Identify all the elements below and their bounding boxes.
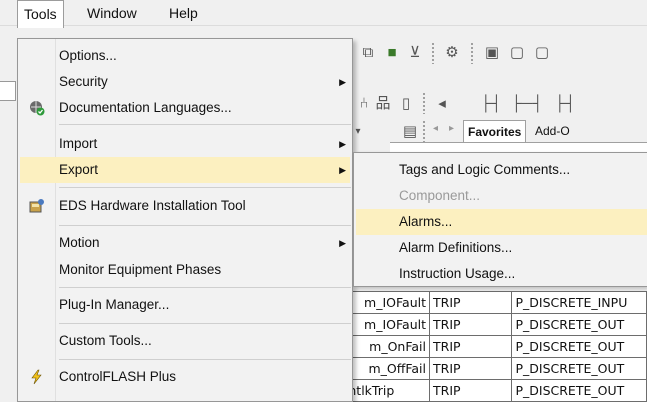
menu-item-label: Monitor Equipment Phases bbox=[59, 262, 222, 277]
submenu-arrow-icon: ▶ bbox=[339, 139, 346, 149]
menu-bar: Tools Window Help bbox=[0, 0, 647, 28]
toolbar-module-icon[interactable]: ▣ bbox=[484, 45, 500, 61]
menu-item-plug-in-manager[interactable]: Plug-In Manager... bbox=[20, 292, 350, 318]
menu-item-label: Security bbox=[59, 74, 108, 89]
toolbar-contact3-icon[interactable]: ├┤ bbox=[553, 96, 577, 112]
menu-item-label: Import bbox=[59, 136, 98, 151]
submenu-item-tags-and-logic-comments[interactable]: Tags and Logic Comments... bbox=[356, 157, 647, 183]
toolbar-gear-icon[interactable]: ⚙ bbox=[444, 45, 460, 61]
submenu-arrow-icon: ▶ bbox=[339, 238, 346, 248]
menu-item-label: Custom Tools... bbox=[59, 333, 152, 348]
tools-menu: Options... Security ▶ Documentation Lang… bbox=[17, 38, 353, 402]
menu-item-label: Options... bbox=[59, 48, 117, 63]
menu-item-eds-hardware-installation-tool[interactable]: EDS Hardware Installation Tool bbox=[20, 193, 350, 219]
toolbar-contact-icon[interactable]: ├┤ bbox=[480, 96, 502, 112]
toolbar-rung-icon[interactable]: ▯ bbox=[398, 96, 414, 112]
table-cell[interactable]: P_DISCRETE_OUT bbox=[511, 379, 647, 402]
toolbar-branch-icon[interactable]: ⑃ bbox=[356, 96, 372, 112]
menu-item-monitor-equipment-phases[interactable]: Monitor Equipment Phases bbox=[20, 257, 350, 283]
table-cell[interactable]: P_DISCRETE_OUT bbox=[511, 335, 647, 358]
table-cell[interactable]: P_DISCRETE_OUT bbox=[511, 357, 647, 380]
toolbar-module2-icon[interactable]: ▢ bbox=[509, 45, 525, 61]
toolbar-contact2-icon[interactable]: ├─┤ bbox=[511, 96, 543, 112]
submenu-arrow-icon: ▶ bbox=[339, 77, 346, 87]
submenu-item-label: Instruction Usage... bbox=[399, 266, 516, 281]
menu-item-custom-tools[interactable]: Custom Tools... bbox=[20, 328, 350, 354]
submenu-item-label: Alarms... bbox=[399, 214, 453, 229]
table-cell[interactable]: P_DISCRETE_INPU bbox=[511, 291, 647, 314]
menu-item-export[interactable]: Export ▶ bbox=[20, 157, 350, 183]
menu-item-label: ControlFLASH Plus bbox=[59, 369, 177, 384]
menu-item-label: Plug-In Manager... bbox=[59, 297, 170, 312]
toolbar-grip[interactable] bbox=[431, 42, 435, 64]
toolbar-left-arrow-icon[interactable]: ◂ bbox=[434, 96, 450, 112]
submenu-item-alarms[interactable]: Alarms... bbox=[356, 209, 647, 235]
menu-item-import[interactable]: Import ▶ bbox=[20, 131, 350, 157]
instruction-tab-strip: ◂ ▸ Favorites Add-O bbox=[425, 120, 647, 142]
tab-favorites[interactable]: Favorites bbox=[463, 120, 527, 142]
tab-addon[interactable]: Add-O bbox=[531, 120, 574, 142]
table-cell[interactable]: TRIP bbox=[428, 357, 513, 380]
table-cell[interactable]: TRIP bbox=[428, 291, 513, 314]
menu-separator bbox=[59, 124, 351, 125]
toolbar-verify-icon[interactable]: ■ bbox=[384, 45, 400, 61]
table-cell[interactable]: P_DISCRETE_OUT bbox=[511, 313, 647, 336]
tab-scroll-left-icon[interactable]: ◂ bbox=[433, 123, 438, 134]
menu-item-documentation-languages[interactable]: Documentation Languages... bbox=[20, 95, 350, 121]
table-cell[interactable]: TRIP bbox=[428, 335, 513, 358]
menu-tools[interactable]: Tools bbox=[17, 0, 64, 28]
menu-item-label: EDS Hardware Installation Tool bbox=[59, 198, 246, 213]
export-submenu: Tags and Logic Comments... Component... … bbox=[353, 152, 647, 287]
submenu-arrow-icon: ▶ bbox=[339, 165, 346, 175]
menu-help[interactable]: Help bbox=[163, 0, 204, 26]
menu-separator bbox=[59, 187, 351, 188]
submenu-item-label: Component... bbox=[399, 188, 481, 203]
toolbar-grip[interactable] bbox=[470, 42, 474, 64]
toolbar-copy-icon[interactable]: ⧉ bbox=[360, 45, 376, 61]
submenu-item-label: Alarm Definitions... bbox=[399, 240, 513, 255]
submenu-item-component: Component... bbox=[356, 183, 647, 209]
menu-item-label: Documentation Languages... bbox=[59, 100, 232, 115]
toolbar-filter-icon[interactable]: ▤ bbox=[402, 124, 418, 140]
menu-window[interactable]: Window bbox=[81, 0, 143, 26]
table-cell[interactable]: TRIP bbox=[428, 379, 513, 402]
tab-scroll-right-icon[interactable]: ▸ bbox=[449, 123, 454, 134]
menu-item-options[interactable]: Options... bbox=[20, 43, 350, 69]
menu-separator bbox=[59, 287, 351, 288]
menu-item-label: Export bbox=[59, 162, 99, 177]
toolbar-download-icon[interactable]: ⊻ bbox=[407, 45, 423, 61]
menu-separator bbox=[59, 359, 351, 360]
toolbar-network-icon[interactable]: 品 bbox=[375, 96, 391, 112]
toolbar-module3-icon[interactable]: ▢ bbox=[534, 45, 550, 61]
toolbar-grip[interactable] bbox=[422, 92, 426, 114]
menu-item-security[interactable]: Security ▶ bbox=[20, 69, 350, 95]
submenu-item-instruction-usage[interactable]: Instruction Usage... bbox=[356, 261, 647, 287]
left-panel-edge bbox=[0, 81, 16, 101]
submenu-item-label: Tags and Logic Comments... bbox=[399, 162, 571, 177]
globe-check-icon bbox=[29, 100, 45, 116]
menu-item-controlflash-plus[interactable]: ControlFLASH Plus bbox=[20, 364, 350, 390]
eds-tool-icon bbox=[29, 198, 45, 214]
menu-separator bbox=[59, 225, 351, 226]
controlflash-icon bbox=[29, 369, 45, 385]
menu-separator bbox=[59, 323, 351, 324]
submenu-item-alarm-definitions[interactable]: Alarm Definitions... bbox=[356, 235, 647, 261]
menu-item-label: Motion bbox=[59, 235, 100, 250]
menu-item-motion[interactable]: Motion ▶ bbox=[20, 230, 350, 256]
table-cell[interactable]: TRIP bbox=[428, 313, 513, 336]
